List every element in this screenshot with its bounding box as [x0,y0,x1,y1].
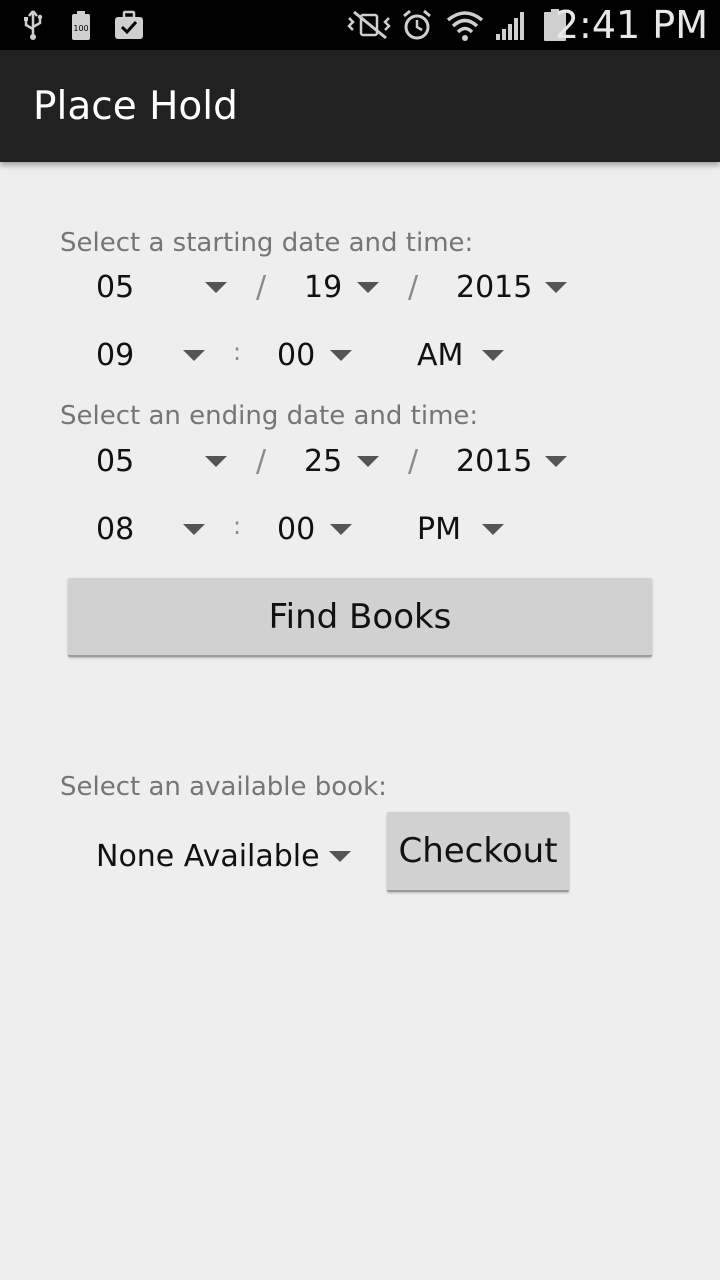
status-time: 2:41 PM [554,3,708,47]
start-month-spinner[interactable]: 05 [96,262,230,312]
start-day-spinner[interactable]: 19 [304,262,380,312]
usb-icon [24,10,43,40]
dropdown-arrow-icon [357,282,379,293]
status-bar: 100 2:41 PM [0,0,720,50]
end-year-value: 2015 [456,444,533,479]
end-ampm-spinner[interactable]: PM [417,504,507,554]
end-minute-value: 00 [277,512,316,547]
dropdown-arrow-icon [330,524,352,535]
end-month-spinner[interactable]: 05 [96,436,230,486]
book-select-label: Select an available book: [60,772,387,802]
end-day-spinner[interactable]: 25 [304,436,380,486]
time-separator: : [233,512,242,540]
dropdown-arrow-icon [545,282,567,293]
end-year-spinner[interactable]: 2015 [456,436,570,486]
end-minute-spinner[interactable]: 00 [277,504,355,554]
date-separator: / [256,444,267,479]
end-datetime-label: Select an ending date and time: [60,401,479,431]
start-datetime-label: Select a starting date and time: [60,228,474,258]
start-ampm-value: AM [417,338,464,373]
start-month-value: 05 [96,270,135,305]
dropdown-arrow-icon [183,524,205,535]
checkout-button[interactable]: Checkout [387,812,569,892]
action-bar: Place Hold [0,50,720,162]
start-year-spinner[interactable]: 2015 [456,262,570,312]
end-ampm-value: PM [417,512,461,547]
wifi-icon [446,11,484,41]
dropdown-arrow-icon [482,350,504,361]
date-separator: / [408,270,419,305]
end-hour-value: 08 [96,512,135,547]
dropdown-arrow-icon [205,282,227,293]
start-ampm-spinner[interactable]: AM [417,330,507,380]
dropdown-arrow-icon [545,456,567,467]
book-selected-value: None Available [96,839,320,874]
alarm-icon [403,9,431,40]
dropdown-arrow-icon [329,851,351,862]
end-day-value: 25 [304,444,343,479]
start-minute-value: 00 [277,338,316,373]
start-day-value: 19 [304,270,343,305]
signal-icon [496,12,524,40]
end-month-value: 05 [96,444,135,479]
dropdown-arrow-icon [357,456,379,467]
svg-text:100: 100 [73,24,88,33]
start-minute-spinner[interactable]: 00 [277,330,355,380]
dropdown-arrow-icon [482,524,504,535]
book-spinner[interactable]: None Available [96,831,354,881]
end-hour-spinner[interactable]: 08 [96,504,208,554]
date-separator: / [256,270,267,305]
start-year-value: 2015 [456,270,533,305]
start-hour-spinner[interactable]: 09 [96,330,208,380]
dropdown-arrow-icon [330,350,352,361]
vibrate-silent-icon [347,10,391,40]
start-hour-value: 09 [96,338,135,373]
time-separator: : [233,338,242,366]
dropdown-arrow-icon [205,456,227,467]
date-separator: / [408,444,419,479]
find-books-button[interactable]: Find Books [68,578,652,657]
dropdown-arrow-icon [183,350,205,361]
battery-full-icon: 100 [72,11,90,40]
page-title: Place Hold [33,84,238,129]
task-briefcase-icon [115,10,143,39]
